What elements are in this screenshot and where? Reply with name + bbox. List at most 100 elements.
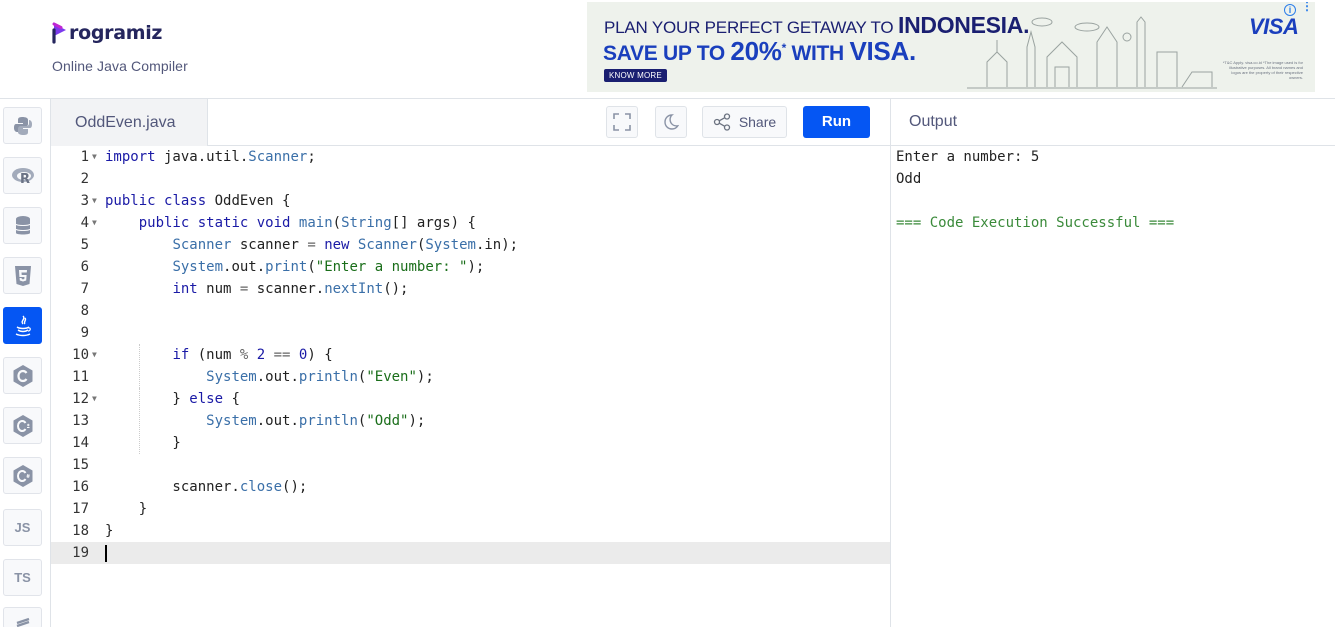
java-icon[interactable] bbox=[3, 307, 42, 344]
ad-landmarks-illustration bbox=[967, 16, 1217, 89]
code-line[interactable]: 8 bbox=[51, 300, 890, 322]
code-line[interactable]: 19 bbox=[51, 542, 890, 564]
line-number: 4 bbox=[80, 215, 89, 231]
sql-icon[interactable] bbox=[3, 207, 42, 244]
language-sidebar: R JS TS bbox=[0, 99, 51, 627]
line-number: 13 bbox=[72, 413, 89, 429]
code-text: System.out.print("Enter a number: "); bbox=[172, 259, 485, 275]
python-icon[interactable] bbox=[3, 107, 42, 144]
fold-arrow-icon[interactable]: ▼ bbox=[92, 388, 97, 410]
code-line[interactable]: 4 ▼ public static void main(String[] args… bbox=[51, 212, 890, 234]
top-header: rogramiz Online Java Compiler PLAN YOUR … bbox=[0, 0, 1335, 99]
code-text: System.out.println("Even"); bbox=[206, 369, 434, 385]
code-text: int num = scanner.nextInt(); bbox=[172, 281, 409, 297]
code-text: public static void main(String[] args) { bbox=[138, 215, 476, 231]
r-icon[interactable]: R bbox=[3, 157, 42, 194]
line-number: 17 bbox=[72, 501, 89, 517]
code-line[interactable]: 3 ▼ public class OddEven { bbox=[51, 190, 890, 212]
code-line[interactable]: 2 bbox=[51, 168, 890, 190]
line-number: 11 bbox=[72, 369, 89, 385]
dark-mode-button[interactable] bbox=[655, 106, 687, 138]
line-number: 6 bbox=[80, 259, 89, 275]
ad-headline: PLAN YOUR PERFECT GETAWAY TO INDONESIA. bbox=[604, 12, 1029, 39]
line-number: 3 bbox=[80, 193, 89, 209]
code-line[interactable]: 17 } bbox=[51, 498, 890, 520]
logo-p-icon bbox=[52, 22, 68, 44]
ad-offer: SAVE UP TO 20%* WITH VISA. bbox=[603, 36, 916, 67]
ad-headline-text: PLAN YOUR PERFECT GETAWAY TO bbox=[604, 18, 898, 37]
text-cursor bbox=[105, 545, 107, 562]
js-icon[interactable]: JS bbox=[3, 509, 42, 546]
ad-offer-prefix: SAVE UP TO bbox=[603, 42, 731, 65]
ad-offer-suffix: WITH bbox=[785, 42, 850, 65]
fold-arrow-icon[interactable]: ▼ bbox=[92, 146, 97, 168]
code-text: } bbox=[105, 501, 148, 517]
code-line[interactable]: 6 System.out.print("Enter a number: "); bbox=[51, 256, 890, 278]
go-icon[interactable] bbox=[3, 607, 42, 627]
line-number: 18 bbox=[72, 523, 89, 539]
fullscreen-icon bbox=[613, 113, 631, 131]
ts-label: TS bbox=[14, 570, 31, 585]
fullscreen-button[interactable] bbox=[606, 106, 638, 138]
code-line[interactable]: 12 ▼ } else { bbox=[51, 388, 890, 410]
fold-arrow-icon[interactable]: ▼ bbox=[92, 212, 97, 234]
c-icon[interactable] bbox=[3, 357, 42, 394]
programiz-logo[interactable]: rogramiz bbox=[52, 22, 162, 44]
csharp-icon[interactable] bbox=[3, 457, 42, 494]
line-number: 8 bbox=[80, 303, 89, 319]
cpp-icon[interactable] bbox=[3, 407, 42, 444]
advertisement-banner[interactable]: PLAN YOUR PERFECT GETAWAY TO INDONESIA. … bbox=[587, 2, 1315, 92]
share-icon bbox=[713, 113, 730, 131]
run-button[interactable]: Run bbox=[803, 106, 870, 138]
share-label: Share bbox=[738, 114, 777, 130]
html5-icon[interactable] bbox=[3, 257, 42, 294]
code-line[interactable]: 9 bbox=[51, 322, 890, 344]
js-label: JS bbox=[14, 520, 31, 535]
indent-guide bbox=[139, 388, 140, 432]
ad-know-more-button[interactable]: KNOW MORE bbox=[604, 69, 667, 82]
fold-arrow-icon[interactable]: ▼ bbox=[92, 190, 97, 212]
line-number: 2 bbox=[80, 171, 89, 187]
moon-icon bbox=[664, 114, 680, 130]
fold-arrow-icon[interactable]: ▼ bbox=[92, 344, 97, 366]
line-number: 16 bbox=[72, 479, 89, 495]
ad-offer-brand: VISA. bbox=[849, 36, 916, 66]
code-line[interactable]: 11 System.out.println("Even"); bbox=[51, 366, 890, 388]
code-editor[interactable]: 1 ▼ import java.util.Scanner; 2 3 ▼ public cla… bbox=[51, 146, 890, 627]
code-line[interactable]: 1 ▼ import java.util.Scanner; bbox=[51, 146, 890, 168]
ad-menu-icon[interactable]: ⋮ bbox=[1301, 2, 1313, 12]
share-button[interactable]: Share bbox=[702, 106, 787, 138]
file-tab[interactable]: OddEven.java bbox=[51, 99, 208, 146]
execution-status: === Code Execution Successful === bbox=[896, 215, 1175, 231]
line-number: 9 bbox=[80, 325, 89, 341]
code-text: } bbox=[105, 435, 181, 451]
editor-toolbar: OddEven.java Share Run bbox=[51, 99, 890, 146]
page-subtitle: Online Java Compiler bbox=[52, 58, 188, 74]
code-line[interactable]: 14 } bbox=[51, 432, 890, 454]
code-line[interactable]: 16 scanner.close(); bbox=[51, 476, 890, 498]
code-line[interactable]: 18} bbox=[51, 520, 890, 542]
line-number: 7 bbox=[80, 281, 89, 297]
output-panel: Enter a number: 5 Odd === Code Execution S… bbox=[890, 146, 1335, 627]
ts-icon[interactable]: TS bbox=[3, 559, 42, 596]
code-text: scanner.close(); bbox=[105, 479, 308, 495]
code-line[interactable]: 15 bbox=[51, 454, 890, 476]
output-line: Odd bbox=[896, 171, 922, 187]
code-text: import java.util.Scanner; bbox=[105, 149, 316, 165]
ad-info-icon[interactable]: i bbox=[1284, 4, 1296, 16]
line-number: 1 bbox=[80, 149, 89, 165]
svg-text:R: R bbox=[20, 172, 30, 186]
code-line[interactable]: 10 ▼ if (num % 2 == 0) { bbox=[51, 344, 890, 366]
code-line[interactable]: 7 int num = scanner.nextInt(); bbox=[51, 278, 890, 300]
code-text: System.out.println("Odd"); bbox=[206, 413, 426, 429]
logo-text: rogramiz bbox=[69, 22, 163, 44]
line-number: 10 bbox=[72, 347, 89, 363]
visa-logo: VISA bbox=[1249, 14, 1299, 39]
code-text: } bbox=[105, 523, 114, 539]
code-line[interactable]: 5 Scanner scanner = new Scanner(System.i… bbox=[51, 234, 890, 256]
line-number: 12 bbox=[72, 391, 89, 407]
ad-offer-percent: 20% bbox=[730, 36, 782, 66]
code-text: public class OddEven { bbox=[105, 193, 291, 209]
code-line[interactable]: 13 System.out.println("Odd"); bbox=[51, 410, 890, 432]
